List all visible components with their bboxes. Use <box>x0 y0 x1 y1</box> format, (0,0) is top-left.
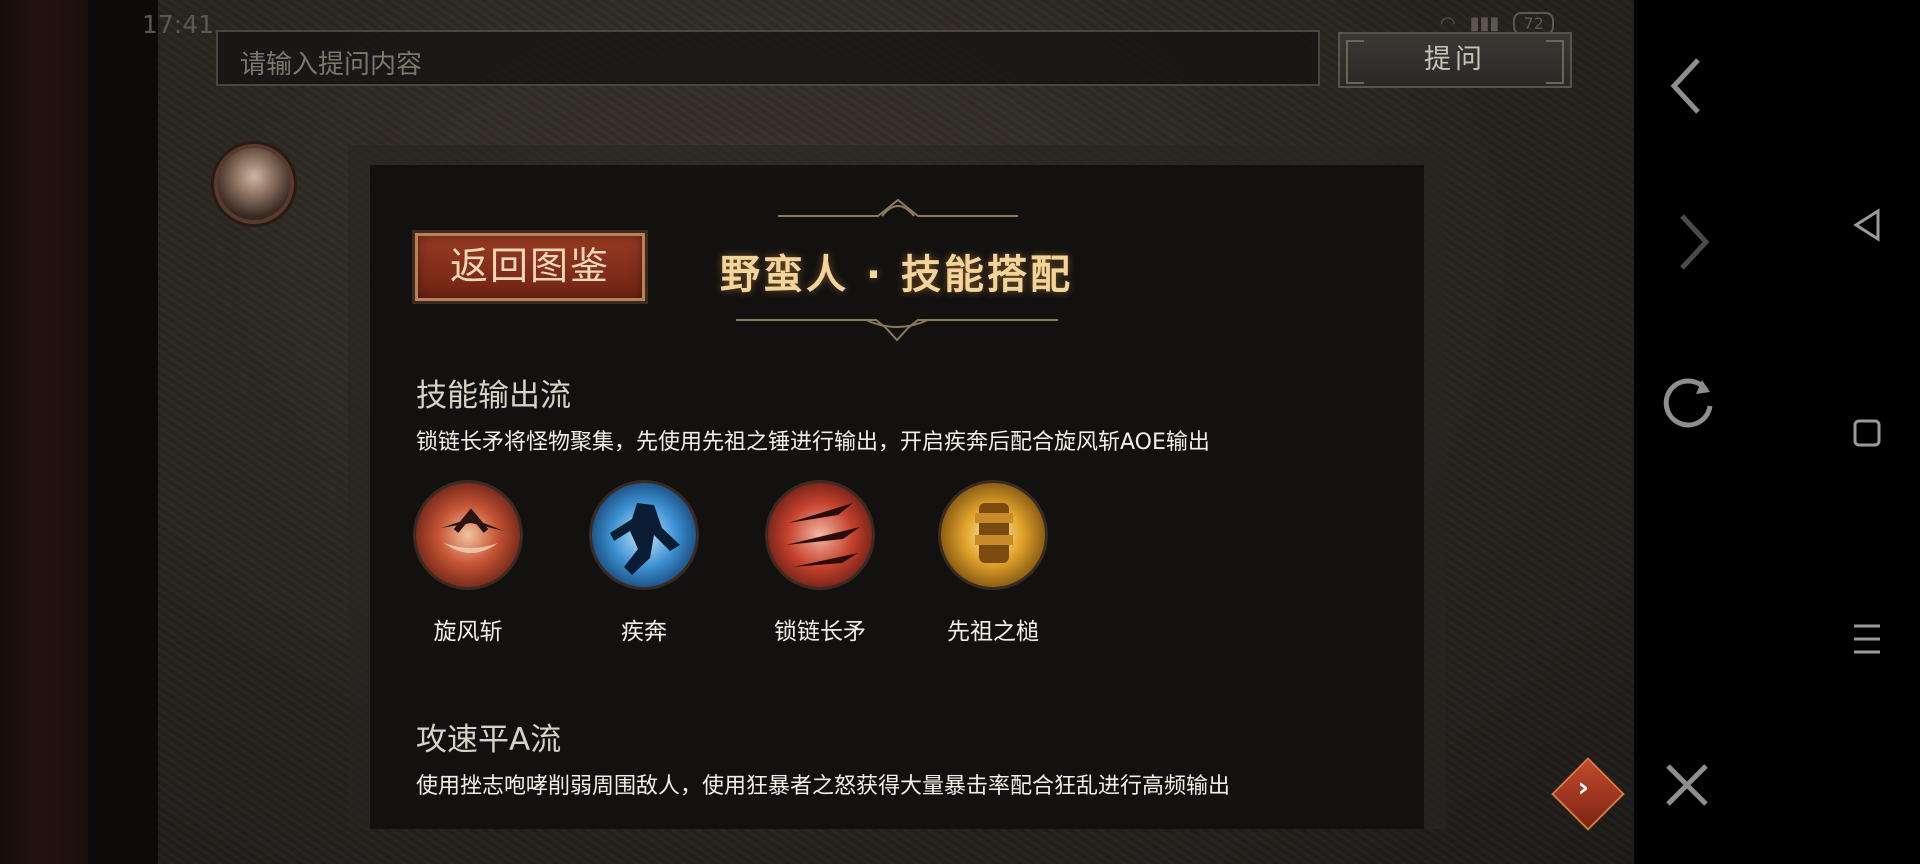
section-title-attack-speed: 攻速平A流 <box>416 722 562 758</box>
page-title: 野蛮人 · 技能搭配 <box>720 252 1074 298</box>
wifi-icon: ◠ <box>1440 13 1456 34</box>
system-home-icon[interactable] <box>1852 418 1882 448</box>
skill-whirlwind[interactable]: 旋风斩 <box>413 480 523 646</box>
section-desc-attack-speed: 使用挫志咆哮削弱周围敌人，使用狂暴者之怒获得大量暴击率配合狂乱进行高频输出 <box>416 774 1231 799</box>
system-back-icon[interactable] <box>1852 208 1882 242</box>
chain-spear-icon <box>765 480 875 590</box>
system-menu-icon[interactable] <box>1852 622 1882 656</box>
skill-sprint[interactable]: 疾奔 <box>589 480 699 646</box>
skill-label: 先祖之槌 <box>947 619 1039 645</box>
back-arrow-icon[interactable] <box>1668 56 1704 116</box>
ornament-top <box>778 198 1018 217</box>
skill-label: 疾奔 <box>621 619 667 645</box>
left-edge-strip <box>0 0 88 864</box>
status-time: 17:41 <box>142 10 215 39</box>
skill-ancestral-hammer[interactable]: 先祖之槌 <box>938 480 1048 646</box>
skill-label: 锁链长矛 <box>774 619 866 645</box>
skill-chain-spear[interactable]: 锁链长矛 <box>765 480 875 646</box>
section-desc-skill-output: 锁链长矛将怪物聚集，先使用先祖之锤进行输出，开启疾奔后配合旋风斩AOE输出 <box>416 430 1210 455</box>
ancestral-hammer-icon <box>938 480 1048 590</box>
whirlwind-icon <box>413 480 523 590</box>
avatar[interactable] <box>214 144 294 224</box>
question-input[interactable]: 请输入提问内容 <box>216 30 1320 86</box>
signal-icon: ▮▮▮ <box>1469 13 1500 34</box>
refresh-icon[interactable] <box>1658 372 1718 432</box>
forward-arrow-icon[interactable] <box>1676 212 1712 272</box>
question-input-placeholder: 请输入提问内容 <box>240 50 423 80</box>
section-title-skill-output: 技能输出流 <box>416 378 571 414</box>
close-icon[interactable] <box>1662 760 1712 810</box>
left-dark-strip <box>88 0 158 864</box>
ornament-bottom <box>736 319 1058 342</box>
chevron-right-icon: › <box>1577 770 1590 804</box>
ask-button[interactable]: 提问 <box>1338 32 1572 88</box>
back-to-codex-button[interactable]: 返回图鉴 <box>412 230 648 304</box>
skill-label: 旋风斩 <box>433 619 503 645</box>
sprint-icon <box>589 480 699 590</box>
